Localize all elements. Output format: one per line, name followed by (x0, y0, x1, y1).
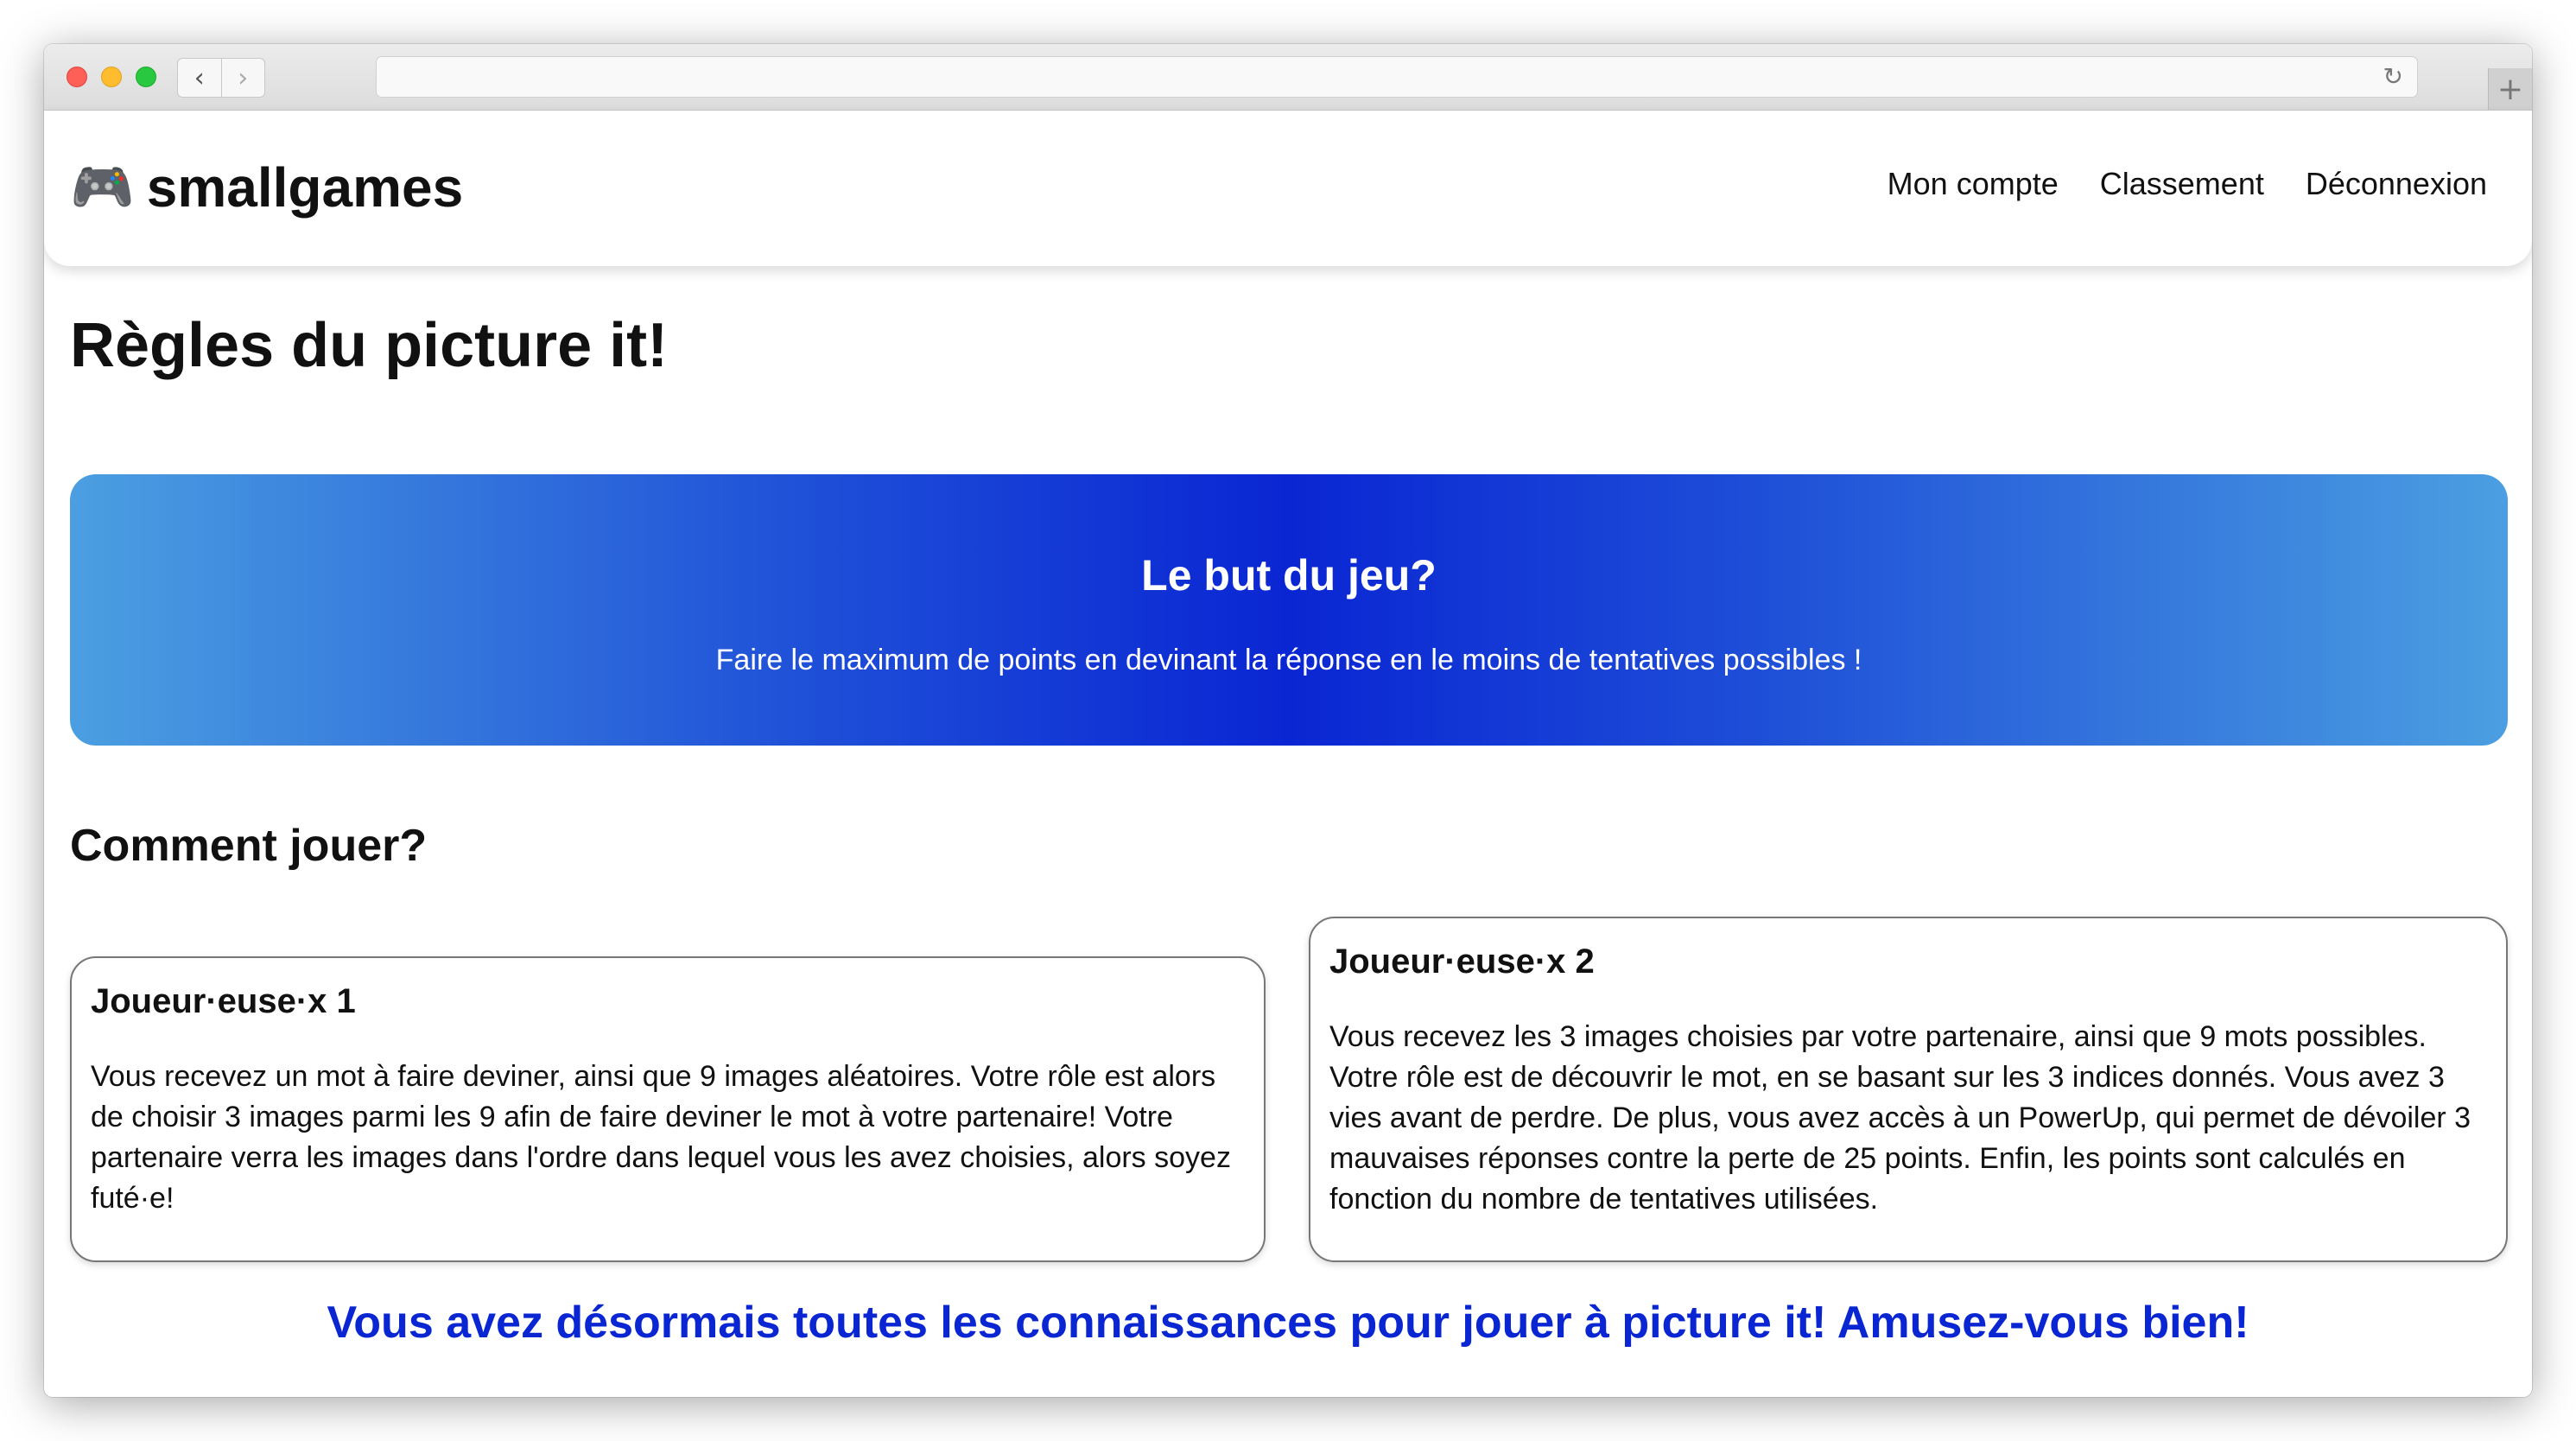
maximize-window-button[interactable] (136, 67, 156, 87)
outro-message: Vous avez désormais toutes les connaissa… (327, 1298, 2249, 1348)
back-icon[interactable]: ‹ (178, 59, 222, 97)
goal-text: Faire le maximum de points en devinant l… (715, 644, 1862, 676)
player-2-title: Joueur·euse·x 2 (1329, 943, 1595, 981)
player-2-card: Joueur·euse·x 2 Vous recevez les 3 image… (1309, 917, 2508, 1262)
reload-icon[interactable]: ↻ (2383, 62, 2403, 91)
browser-toolbar: ‹ › ↻ + (44, 44, 2532, 111)
address-bar[interactable]: ↻ (376, 56, 2418, 98)
gamepad-icon: 🎮 (70, 157, 135, 218)
nav-logout-link[interactable]: Déconnexion (2306, 166, 2487, 202)
player-2-text: Vous recevez les 3 images choisies par v… (1329, 1020, 2471, 1216)
forward-icon[interactable]: › (222, 59, 265, 97)
brand-logo[interactable]: 🎮 smallgames (70, 149, 463, 226)
page-title: Règles du picture it! (70, 311, 669, 380)
main-nav: Mon compte Classement Déconnexion (1888, 166, 2487, 202)
new-tab-icon[interactable]: + (2488, 68, 2532, 110)
nav-my-account-link[interactable]: Mon compte (1888, 166, 2059, 202)
how-to-play-title: Comment jouer? (70, 821, 428, 871)
nav-leaderboard-link[interactable]: Classement (2100, 166, 2264, 202)
close-window-button[interactable] (67, 67, 87, 87)
goal-card: Le but du jeu? Faire le maximum de point… (70, 474, 2508, 746)
minimize-window-button[interactable] (101, 67, 122, 87)
goal-title: Le but du jeu? (1141, 551, 1437, 600)
player-1-card: Joueur·euse·x 1 Vous recevez un mot à fa… (70, 956, 1266, 1262)
brand-name: smallgames (146, 156, 464, 219)
player-1-text: Vous recevez un mot à faire deviner, ain… (91, 1060, 1231, 1215)
site-header: 🎮 smallgames Mon compte Classement Décon… (44, 111, 2532, 266)
history-nav: ‹ › (177, 58, 265, 98)
browser-window: ‹ › ↻ + 🎮 smallgames Mon compte Classeme… (44, 44, 2532, 1397)
player-1-title: Joueur·euse·x 1 (91, 982, 356, 1020)
